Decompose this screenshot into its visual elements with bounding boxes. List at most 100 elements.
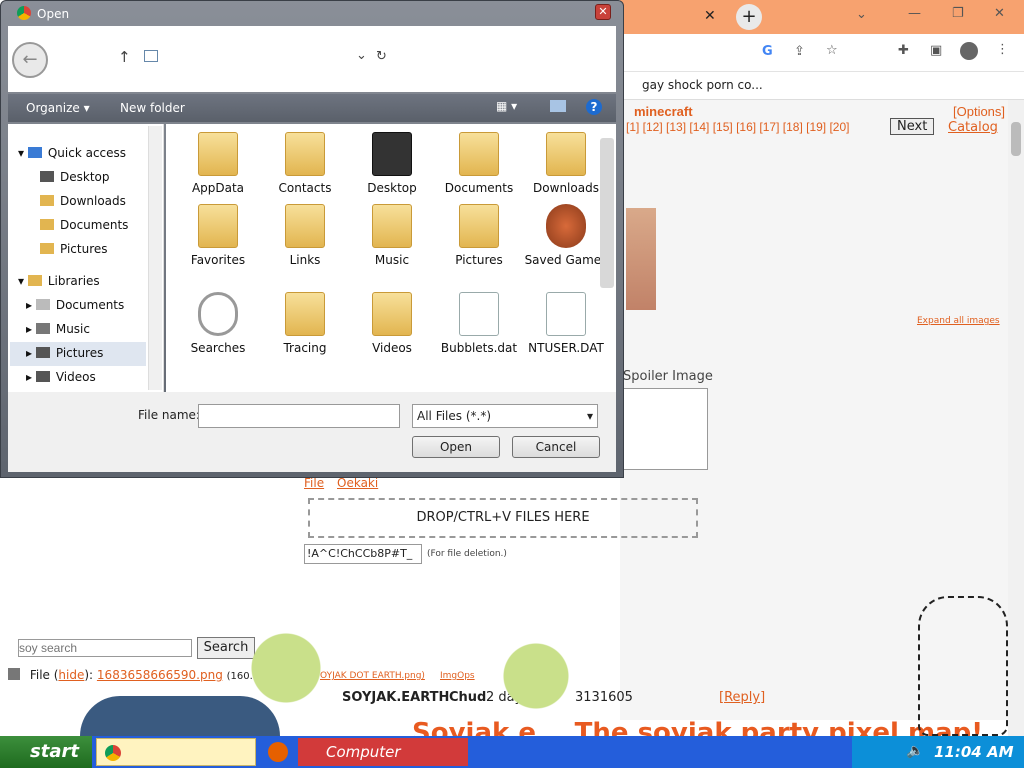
organize-button[interactable]: Organize ▾ xyxy=(26,101,90,115)
folder-item[interactable]: AppData xyxy=(176,132,260,196)
thumbnail-image[interactable] xyxy=(626,208,656,310)
nav-pictures[interactable]: Pictures xyxy=(40,242,108,256)
new-folder-button[interactable]: New folder xyxy=(120,101,185,115)
item-label: Saved Games xyxy=(524,253,608,267)
catalog-link[interactable]: Catalog xyxy=(948,120,998,135)
folder-item[interactable]: Documents xyxy=(437,132,521,196)
start-button[interactable]: start xyxy=(0,736,92,768)
comment-textarea[interactable] xyxy=(620,388,708,470)
close-tab-icon[interactable]: ✕ xyxy=(704,8,716,24)
pictures-icon xyxy=(35,347,50,358)
file-link[interactable]: 1683658666590.png xyxy=(97,668,223,682)
file-label: File xyxy=(29,668,50,682)
nav-lib-videos[interactable]: ▸ Videos xyxy=(26,370,96,384)
reply-link[interactable]: [Reply] xyxy=(719,690,765,705)
chevron-down-icon[interactable]: ⌄ xyxy=(856,7,867,22)
item-label: Links xyxy=(289,253,321,267)
file-icon xyxy=(459,292,499,336)
open-button[interactable]: Open xyxy=(412,436,500,458)
folder-item[interactable]: Saved Games xyxy=(524,204,608,268)
oekaki-link[interactable]: Oekaki xyxy=(337,476,378,490)
item-label: Favorites xyxy=(190,253,246,267)
help-icon[interactable]: ? xyxy=(586,99,602,115)
folder-item[interactable]: Contacts xyxy=(263,132,347,196)
drop-zone[interactable]: DROP/CTRL+V FILES HERE xyxy=(308,498,698,538)
bookmark-item[interactable]: gay shock porn co... xyxy=(642,78,763,92)
nav-label: Desktop xyxy=(60,170,110,184)
window-close-icon[interactable]: ✕ xyxy=(994,6,1005,21)
chevron-down-icon: ▾ xyxy=(586,409,593,423)
search-input[interactable] xyxy=(18,639,192,657)
nav-lib-music[interactable]: ▸ Music xyxy=(26,322,90,336)
taskbar-chrome[interactable] xyxy=(96,738,256,766)
file-note: OYJAK DOT EARTH.png) xyxy=(320,671,425,681)
star-icon[interactable]: ☆ xyxy=(826,43,838,58)
chevron-down-icon[interactable]: ⌄ xyxy=(356,48,367,63)
folder-item[interactable]: Desktop xyxy=(350,132,434,196)
folder-item[interactable]: Downloads xyxy=(524,132,608,196)
google-icon[interactable]: G xyxy=(762,44,773,59)
restore-icon[interactable]: ❐ xyxy=(952,6,964,21)
next-button[interactable]: Next xyxy=(890,118,935,135)
file-icon xyxy=(546,292,586,336)
post-number[interactable]: 3131605 xyxy=(575,690,633,705)
firefox-icon[interactable] xyxy=(268,742,288,762)
file-type-select[interactable]: All Files (*.*) ▾ xyxy=(412,404,598,428)
volume-icon[interactable]: 🔈 xyxy=(906,743,923,759)
avatar[interactable] xyxy=(960,42,978,60)
folder-item[interactable]: Searches xyxy=(176,292,260,356)
folder-item[interactable]: Links xyxy=(263,204,347,268)
hide-link[interactable]: hide xyxy=(58,668,84,682)
refresh-icon[interactable]: ↻ xyxy=(376,49,387,64)
board-link[interactable]: minecraft xyxy=(634,104,693,119)
menu-icon[interactable]: ⋮ xyxy=(996,42,1009,57)
nav-lib-documents[interactable]: ▸ Documents xyxy=(26,298,124,312)
nav-downloads[interactable]: Downloads xyxy=(40,194,126,208)
page-scrollbar[interactable] xyxy=(1008,100,1024,736)
nav-lib-pictures[interactable]: ▸ Pictures xyxy=(10,342,146,366)
imgops-link[interactable]: ImgOps xyxy=(440,671,475,681)
file-item[interactable]: NTUSER.DAT xyxy=(524,292,608,356)
folder-item[interactable]: Music xyxy=(350,204,434,268)
nav-desktop[interactable]: Desktop xyxy=(40,170,110,184)
nav-libraries[interactable]: ▾ Libraries xyxy=(18,274,100,288)
preview-pane-icon[interactable] xyxy=(550,100,566,112)
file-name-input[interactable] xyxy=(198,404,400,428)
new-tab-button[interactable]: + xyxy=(736,4,762,30)
file-tab-link[interactable]: File xyxy=(304,476,324,490)
nav-label: Downloads xyxy=(60,194,126,208)
folder-item[interactable]: Videos xyxy=(350,292,434,356)
view-icon[interactable]: ▦ ▾ xyxy=(496,99,517,113)
extension-icon[interactable]: ✚ xyxy=(898,43,909,58)
item-label: Pictures xyxy=(455,253,503,267)
item-label: Documents xyxy=(444,181,514,195)
nav-quick-access[interactable]: ▾ Quick access xyxy=(18,146,126,160)
expand-images-link[interactable]: Expand all images xyxy=(917,316,1000,326)
folder-item[interactable]: Pictures xyxy=(437,204,521,268)
folder-item[interactable]: Tracing xyxy=(263,292,347,356)
nav-documents[interactable]: Documents xyxy=(40,218,128,232)
options-link[interactable]: [Options] xyxy=(953,104,1005,119)
folder-item[interactable]: Favorites xyxy=(176,204,260,268)
back-button[interactable]: ← xyxy=(12,42,48,78)
sidepanel-icon[interactable]: ▣ xyxy=(930,43,942,58)
share-icon[interactable]: ⇪ xyxy=(794,44,805,59)
taskbar-computer[interactable]: Computer xyxy=(298,738,468,766)
collapse-icon[interactable] xyxy=(8,668,20,680)
cancel-button[interactable]: Cancel xyxy=(512,436,600,458)
dialog-title: Open xyxy=(37,7,70,21)
scrollbar-thumb[interactable] xyxy=(1011,122,1021,156)
minimize-icon[interactable]: — xyxy=(908,6,921,21)
dialog-close-button[interactable]: ✕ xyxy=(595,4,611,20)
bookmarks-bar: gay shock porn co... xyxy=(620,72,1024,100)
file-list-scrollbar[interactable] xyxy=(600,138,614,288)
ascii-cat-image xyxy=(918,596,1008,736)
desktop-folder-icon xyxy=(372,132,412,176)
page-links[interactable]: [1] [12] [13] [14] [15] [16] [17] [18] [… xyxy=(626,120,850,134)
file-item[interactable]: Bubblets.dat xyxy=(437,292,521,356)
nav-scrollbar[interactable] xyxy=(148,126,162,390)
folder-icon xyxy=(285,132,325,176)
up-arrow-icon[interactable]: ↑ xyxy=(118,48,131,66)
password-field[interactable]: !A^C!ChCCb8P#T_ xyxy=(304,544,422,564)
item-label: AppData xyxy=(191,181,245,195)
